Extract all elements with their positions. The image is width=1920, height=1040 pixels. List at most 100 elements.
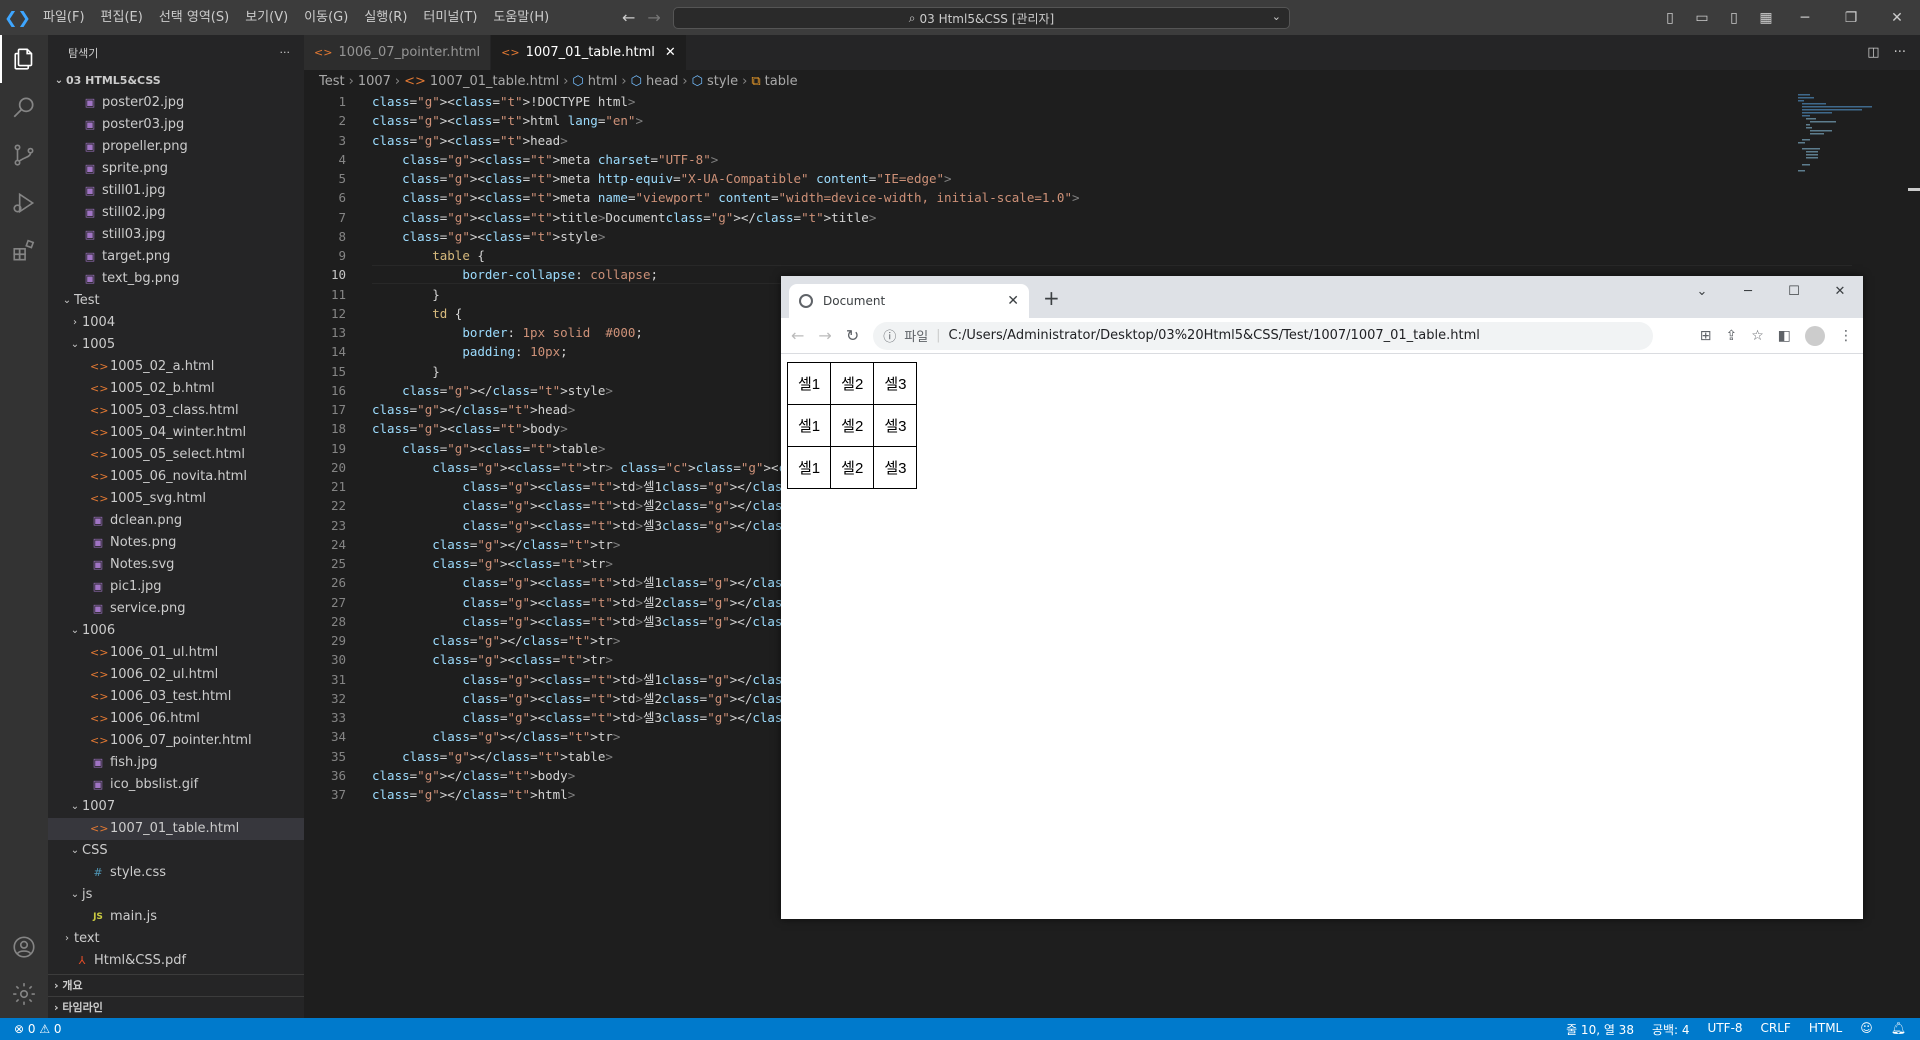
- toggle-panel-icon[interactable]: ▭: [1686, 10, 1718, 26]
- toggle-sidebar-icon[interactable]: ▯: [1654, 10, 1686, 26]
- close-tab-icon[interactable]: ✕: [665, 45, 676, 60]
- tree-file[interactable]: <> 1005_03_class.html: [48, 400, 304, 422]
- tree-file[interactable]: ⅄ Html&CSS.pdf: [48, 950, 304, 972]
- tree-file[interactable]: ▣ Notes.png: [48, 532, 304, 554]
- tab-1007-01-table[interactable]: <> 1007_01_table.html ✕: [491, 35, 687, 70]
- tree-file[interactable]: <> 1007_01_table.html: [48, 818, 304, 840]
- breadcrumb-item[interactable]: style: [707, 74, 738, 89]
- command-center[interactable]: ⌕ 03 Html5&CSS [관리자] ⌄: [673, 7, 1290, 29]
- share-icon[interactable]: ⇪: [1725, 328, 1737, 344]
- address-bar[interactable]: ⓘ 파일 | C:/Users/Administrator/Desktop/03…: [873, 321, 1654, 350]
- url-text[interactable]: C:/Users/Administrator/Desktop/03%20Html…: [949, 328, 1480, 343]
- tree-file[interactable]: <> 1005_02_a.html: [48, 356, 304, 378]
- feedback-icon[interactable]: ☺: [1860, 1021, 1873, 1038]
- more-actions-icon[interactable]: ···: [280, 46, 291, 59]
- tree-folder[interactable]: ⌄ Test: [48, 290, 304, 312]
- close-tab-icon[interactable]: ✕: [1007, 293, 1019, 309]
- tree-file[interactable]: ▣ Notes.svg: [48, 554, 304, 576]
- tree-file[interactable]: JS main.js: [48, 906, 304, 928]
- tree-file[interactable]: ▣ still02.jpg: [48, 202, 304, 224]
- tree-file[interactable]: # style.css: [48, 862, 304, 884]
- cursor-position[interactable]: 줄 10, 열 38: [1566, 1021, 1634, 1038]
- tree-file[interactable]: <> 1006_02_ul.html: [48, 664, 304, 686]
- tree-file[interactable]: ▣ pic1.jpg: [48, 576, 304, 598]
- timeline-panel-header[interactable]: › 타임라인: [48, 996, 304, 1018]
- breadcrumb-item[interactable]: 1007: [358, 74, 391, 89]
- tree-file[interactable]: <> 1005_06_novita.html: [48, 466, 304, 488]
- side-panel-icon[interactable]: ◧: [1778, 328, 1791, 344]
- tab-1006-07-pointer[interactable]: <> 1006_07_pointer.html: [304, 35, 492, 70]
- explorer-icon[interactable]: [0, 35, 48, 83]
- chevron-down-icon[interactable]: ⌄: [1272, 10, 1281, 23]
- account-icon[interactable]: [0, 923, 48, 971]
- tree-file[interactable]: ▣ poster03.jpg: [48, 114, 304, 136]
- tree-folder[interactable]: › text: [48, 928, 304, 950]
- problems-indicator[interactable]: ⊗ 0 ⚠ 0: [0, 1022, 62, 1036]
- tree-file[interactable]: <> 1006_07_pointer.html: [48, 730, 304, 752]
- menu-terminal[interactable]: 터미널(T): [415, 0, 485, 35]
- breadcrumb-item[interactable]: Test: [319, 74, 345, 89]
- more-actions-icon[interactable]: ···: [1894, 45, 1906, 60]
- tree-file[interactable]: ▣ still01.jpg: [48, 180, 304, 202]
- end-of-line[interactable]: CRLF: [1761, 1021, 1791, 1038]
- settings-gear-icon[interactable]: [0, 970, 48, 1018]
- tree-folder[interactable]: ⌄ 1006: [48, 620, 304, 642]
- tree-file[interactable]: ▣ target.png: [48, 246, 304, 268]
- bookmark-star-icon[interactable]: ☆: [1751, 328, 1764, 344]
- browser-tab[interactable]: Document ✕: [789, 284, 1029, 318]
- tree-file[interactable]: ▣ sprite.png: [48, 158, 304, 180]
- tab-search-icon[interactable]: ⌄: [1679, 284, 1725, 299]
- encoding[interactable]: UTF-8: [1708, 1021, 1743, 1038]
- customize-layout-icon[interactable]: ▦: [1750, 10, 1782, 26]
- tree-file[interactable]: ▣ dclean.png: [48, 510, 304, 532]
- breadcrumb-item[interactable]: head: [646, 74, 678, 89]
- minimize-icon[interactable]: ─: [1782, 10, 1828, 26]
- tree-folder[interactable]: ⌄ 1005: [48, 334, 304, 356]
- menu-help[interactable]: 도움말(H): [485, 0, 557, 35]
- tree-file[interactable]: <> 1005_04_winter.html: [48, 422, 304, 444]
- menu-selection[interactable]: 선택 영역(S): [151, 0, 237, 35]
- tree-file[interactable]: ▣ propeller.png: [48, 136, 304, 158]
- back-arrow-icon[interactable]: ←: [622, 8, 635, 27]
- minimap[interactable]: [1796, 92, 1906, 172]
- minimize-icon[interactable]: ─: [1725, 284, 1771, 299]
- reload-icon[interactable]: ↻: [846, 326, 859, 345]
- close-icon[interactable]: ✕: [1874, 10, 1920, 26]
- forward-arrow-icon[interactable]: →: [647, 8, 660, 27]
- breadcrumb-item[interactable]: html: [588, 74, 618, 89]
- notifications-bell-icon[interactable]: 🔔︎: [1891, 1021, 1906, 1038]
- restore-icon[interactable]: ❐: [1828, 10, 1874, 26]
- extensions-icon[interactable]: [0, 227, 48, 275]
- tree-folder[interactable]: ⌄ 1007: [48, 796, 304, 818]
- tree-file[interactable]: <> 1005_02_b.html: [48, 378, 304, 400]
- language-mode[interactable]: HTML: [1809, 1021, 1842, 1038]
- tree-folder[interactable]: ⌄ js: [48, 884, 304, 906]
- toggle-secondary-sidebar-icon[interactable]: ▯: [1718, 10, 1750, 26]
- back-arrow-icon[interactable]: ←: [791, 326, 804, 345]
- menu-view[interactable]: 보기(V): [237, 0, 296, 35]
- tree-file[interactable]: ▣ fish.jpg: [48, 752, 304, 774]
- tree-folder[interactable]: ⌄ CSS: [48, 840, 304, 862]
- info-icon[interactable]: ⓘ: [883, 326, 896, 345]
- translate-icon[interactable]: ⊞: [1700, 328, 1712, 344]
- search-icon[interactable]: [0, 83, 48, 131]
- close-icon[interactable]: ✕: [1817, 284, 1863, 299]
- outline-panel-header[interactable]: › 개요: [48, 974, 304, 996]
- source-control-icon[interactable]: [0, 131, 48, 179]
- tree-file[interactable]: <> 1006_01_ul.html: [48, 642, 304, 664]
- run-debug-icon[interactable]: [0, 179, 48, 227]
- scrollbar-marker[interactable]: [1908, 188, 1920, 191]
- tree-file[interactable]: ▣ service.png: [48, 598, 304, 620]
- tree-file[interactable]: <> 1005_05_select.html: [48, 444, 304, 466]
- menu-go[interactable]: 이동(G): [296, 0, 356, 35]
- tree-file[interactable]: <> 1006_06.html: [48, 708, 304, 730]
- tree-file[interactable]: <> 1006_03_test.html: [48, 686, 304, 708]
- tree-file[interactable]: ▣ still03.jpg: [48, 224, 304, 246]
- workspace-root[interactable]: ⌄ 03 HTML5&CSS: [48, 70, 304, 92]
- tree-file[interactable]: ▣ poster02.jpg: [48, 92, 304, 114]
- tree-file[interactable]: ▣ ico_bbslist.gif: [48, 774, 304, 796]
- maximize-icon[interactable]: ☐: [1771, 284, 1817, 299]
- menu-edit[interactable]: 편집(E): [93, 0, 151, 35]
- menu-file[interactable]: 파일(F): [35, 0, 93, 35]
- profile-avatar[interactable]: [1805, 325, 1825, 346]
